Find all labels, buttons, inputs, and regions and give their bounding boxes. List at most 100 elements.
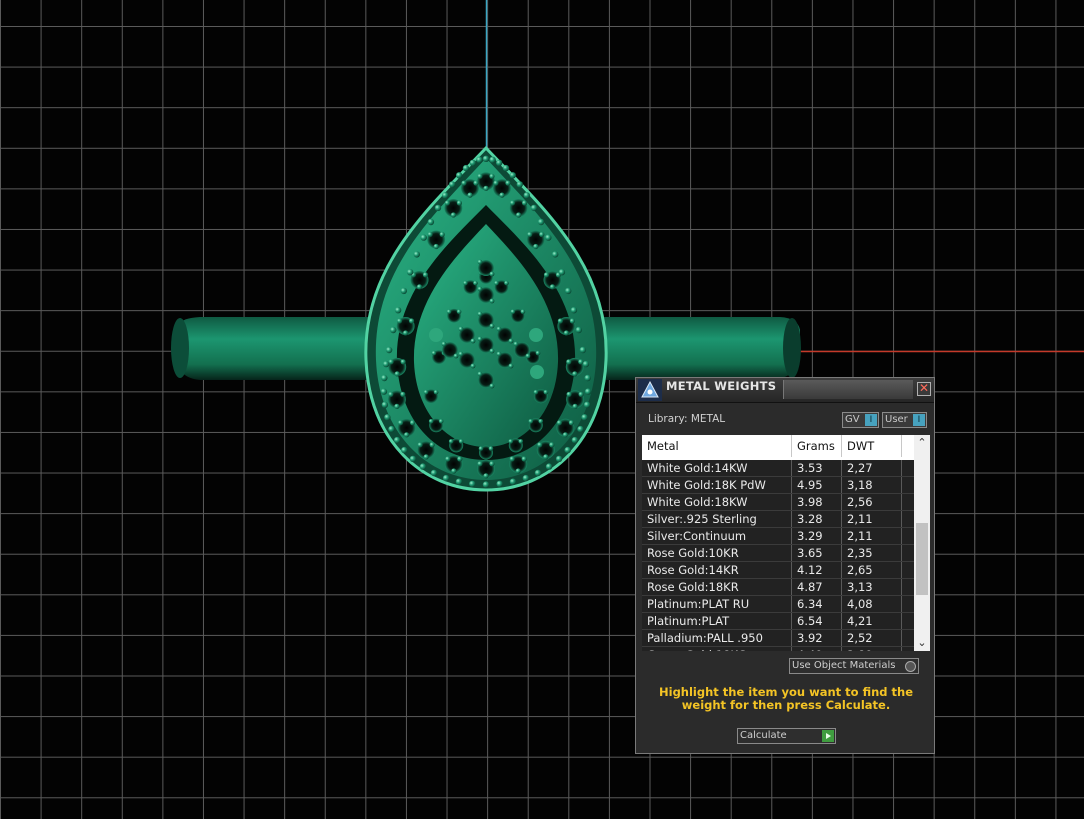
prong-bead [528,419,534,424]
rim-bead [427,218,435,226]
column-header-dwt[interactable]: DWT [842,435,902,457]
prong-bead [566,359,572,365]
rim-bead [469,480,476,488]
rim-bead [502,164,510,172]
grams-cell: 3.28 [792,511,842,527]
rim-bead [581,414,588,421]
dwt-cell: 2,89 [842,647,902,651]
prong-bead [470,338,476,344]
prong-bead [527,231,533,238]
table-row[interactable]: Rose Gold:18KR 4.87 3,13 [642,579,914,596]
rim-bead [455,478,463,485]
rim-bead [476,156,483,163]
prong-bead [477,461,483,467]
dwt-cell: 2,35 [842,545,902,561]
rim-bead [449,181,456,188]
rim-bead [489,156,496,163]
metal-cell: Silver:Continuum [642,528,792,544]
table-row[interactable]: Silver:Continuum 3.29 2,11 [642,528,914,545]
prong-bead [493,180,499,186]
prong-bead [403,330,409,336]
close-icon[interactable]: ✕ [917,382,931,396]
prong-bead [537,442,543,448]
prong-bead [496,351,502,357]
prong-bead [505,180,511,186]
prong-bead [569,318,576,324]
prong-bead [477,311,483,317]
grams-cell: 4.49 [792,647,842,651]
table-scrollbar[interactable]: ⌃ ⌄ [914,435,930,651]
grams-cell: 6.34 [792,596,842,612]
scroll-up-icon[interactable]: ⌃ [914,435,930,451]
prong-bead [513,341,519,347]
rim-bead [385,346,393,354]
table-row[interactable]: White Gold:14KW 3.53 2,27 [642,460,914,477]
title-bar-spacer [783,380,913,399]
dialog-title-bar[interactable]: METAL WEIGHTS ✕ [636,378,934,403]
rim-bead [558,269,566,276]
prong-bead [477,259,483,265]
table-row[interactable]: Palladium:PALL .950 3.92 2,52 [642,630,914,647]
metal-table[interactable]: Metal Grams DWT White Gold:14KW 3.53 2,27 W… [642,435,930,651]
prong-bead [556,420,563,426]
dwt-cell: 2,11 [842,511,902,527]
user-toggle[interactable]: User I [882,412,927,428]
table-row[interactable]: Platinum:PLAT 6.54 4,21 [642,613,914,630]
prong-bead [489,271,495,277]
calculate-button[interactable]: Calculate [737,728,836,744]
table-header: Metal Grams DWT [642,435,914,457]
prong-bead [463,280,468,286]
prong-bead [543,272,550,278]
rim-bead [409,455,417,463]
rim-bead [442,474,450,482]
rim-bead [496,159,503,167]
table-row[interactable]: Silver:.925 Sterling 3.28 2,11 [642,511,914,528]
prong-bead [429,442,435,448]
prong-bead [438,419,444,424]
prong-bead [572,371,578,377]
use-object-materials-label: Use Object Materials [792,660,896,671]
prong-bead [433,243,439,250]
dwt-cell: 2,56 [842,494,902,510]
prong-bead [522,200,528,206]
table-row[interactable]: White Gold:18KW 3.98 2,56 [642,494,914,511]
metal-cell: Platinum:PLAT RU [642,596,792,612]
rim-bead [577,425,584,433]
prong-bead [423,389,429,395]
table-row[interactable]: Platinum:PLAT RU 6.34 4,08 [642,596,914,613]
prong-bead [557,318,564,324]
table-row[interactable]: White Gold:18K PdW 4.95 3,18 [642,477,914,494]
dwt-cell: 4,08 [842,596,902,612]
prong-bead [533,243,539,250]
table-row[interactable]: Rose Gold:14KR 4.12 2,65 [642,562,914,579]
table-row[interactable]: Rose Gold:10KR 3.65 2,35 [642,545,914,562]
rim-bead [530,204,538,212]
prong-bead [453,353,459,359]
metal-cell: Rose Gold:18KR [642,579,792,595]
rim-bead [482,155,490,162]
prong-bead [458,439,464,444]
prong-bead [456,200,462,206]
prong-bead [448,439,454,444]
rim-bead [555,455,563,463]
prong-bead [568,420,575,426]
scroll-down-icon[interactable]: ⌄ [914,635,930,651]
prong-bead [539,231,545,238]
table-row[interactable]: Green Gold:18KG4.492,89 [642,647,914,651]
prong-bead [489,323,495,329]
prong-bead [445,456,451,462]
use-object-materials-option[interactable]: Use Object Materials [789,658,919,674]
scrollbar-thumb[interactable] [916,523,928,595]
column-header-metal[interactable]: Metal [642,435,792,457]
grams-cell: 4.95 [792,477,842,493]
prong-bead [489,298,495,304]
prong-bead [549,442,555,448]
rim-bead [584,374,591,382]
dwt-cell: 2,52 [842,630,902,646]
gv-toggle[interactable]: GV I [842,412,879,428]
grams-cell: 3.65 [792,545,842,561]
column-header-grams[interactable]: Grams [792,435,842,457]
calculate-label: Calculate [740,730,787,741]
prong-bead [397,318,403,324]
prong-bead [423,454,429,460]
